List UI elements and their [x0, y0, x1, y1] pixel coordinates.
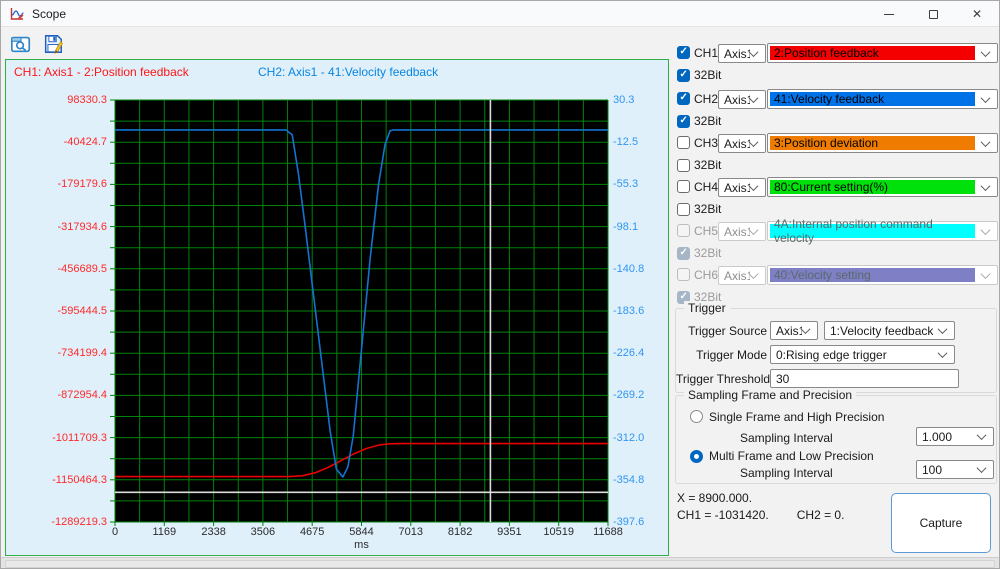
multi-interval-select[interactable]: 100	[916, 460, 994, 479]
readout-x: X = 8900.000.	[677, 491, 844, 505]
x-axis-labels: 0116923383506467558447013818293511051911…	[115, 526, 608, 540]
single-frame-radio[interactable]	[690, 410, 703, 423]
trigger-mode-label: Trigger Mode	[686, 348, 767, 362]
save-icon	[42, 33, 64, 55]
ch4-32bit-checkbox[interactable]	[677, 203, 690, 216]
chart-header-ch1: CH1: Axis1 - 2:Position feedback	[14, 65, 189, 79]
ch5-axis-select[interactable]: Axis1	[718, 222, 766, 241]
trigger-group: Trigger Trigger Source Axis1 1:Velocity …	[675, 308, 997, 393]
chevron-down-icon	[749, 93, 759, 103]
ch6-label: CH6	[694, 268, 718, 282]
chevron-down-icon	[981, 181, 991, 191]
ch5-32bit-label: 32Bit	[694, 246, 721, 260]
cursor-readout: X = 8900.000. CH1 = -1031420. CH2 = 0.	[677, 491, 844, 525]
preview-zoom-button[interactable]	[8, 31, 34, 57]
chevron-down-icon	[977, 463, 987, 473]
ch1-axis-select[interactable]: Axis1	[718, 44, 766, 63]
ch1-label: CH1	[694, 46, 718, 60]
multi-frame-label: Multi Frame and Low Precision	[709, 449, 874, 463]
plot-area[interactable]	[115, 100, 608, 522]
x-axis-unit: ms	[115, 539, 608, 551]
ch6-signal-select[interactable]: 40:Velocity setting	[767, 265, 998, 285]
chevron-down-icon	[801, 324, 811, 334]
ch3-32bit-label: 32Bit	[694, 158, 721, 172]
ch3-32bit-checkbox[interactable]	[677, 159, 690, 172]
ch2-32bit-checkbox[interactable]	[677, 115, 690, 128]
chevron-down-icon	[938, 324, 948, 334]
ch2-32bit-label: 32Bit	[694, 114, 721, 128]
ch4-label: CH4	[694, 180, 718, 194]
chevron-down-icon	[981, 137, 991, 147]
plot-background	[115, 100, 608, 522]
chart-header-ch2: CH2: Axis1 - 41:Velocity feedback	[258, 65, 438, 79]
ch5-label: CH5	[694, 224, 718, 238]
single-interval-label: Sampling Interval	[740, 431, 833, 445]
chevron-down-icon	[749, 137, 759, 147]
save-button[interactable]	[40, 31, 66, 57]
ch3-axis-select[interactable]: Axis1	[718, 134, 766, 153]
left-axis-labels: 98330.3-40424.7-179179.6-317934.6-456689…	[6, 100, 107, 522]
right-axis-labels: 30.3-12.5-55.3-98.1-140.8-183.6-226.4-26…	[613, 100, 669, 522]
chevron-down-icon	[749, 47, 759, 57]
ch6-axis-select[interactable]: Axis1	[718, 266, 766, 285]
chevron-down-icon	[981, 225, 991, 235]
single-interval-select[interactable]: 1.000	[916, 427, 994, 446]
control-panel: CH1 Axis1 2:Position feedback 32Bit CH2 …	[673, 1, 1000, 557]
single-frame-label: Single Frame and High Precision	[709, 410, 884, 424]
chevron-down-icon	[749, 181, 759, 191]
ch5-32bit-checkbox[interactable]	[677, 247, 690, 260]
chevron-down-icon	[981, 93, 991, 103]
ch2-checkbox[interactable]	[677, 92, 690, 105]
ch4-checkbox[interactable]	[677, 180, 690, 193]
trigger-threshold-label: Trigger Threshold	[676, 372, 767, 386]
ch5-checkbox[interactable]	[677, 224, 690, 237]
scope-window: Scope ✕	[0, 0, 1000, 569]
chevron-down-icon	[749, 269, 759, 279]
chevron-down-icon	[981, 47, 991, 57]
trigger-source-axis-select[interactable]: Axis1	[770, 321, 818, 340]
ch1-signal-select[interactable]: 2:Position feedback	[767, 43, 998, 63]
status-bar-grip	[5, 560, 995, 568]
ch1-checkbox[interactable]	[677, 46, 690, 59]
multi-interval-label: Sampling Interval	[740, 466, 833, 480]
ch3-label: CH3	[694, 136, 718, 150]
ch4-axis-select[interactable]: Axis1	[718, 178, 766, 197]
ch6-checkbox[interactable]	[677, 268, 690, 281]
ch3-checkbox[interactable]	[677, 136, 690, 149]
multi-frame-radio[interactable]	[690, 450, 703, 463]
trigger-source-label: Trigger Source	[686, 324, 767, 338]
sampling-group: Sampling Frame and Precision Single Fram…	[675, 395, 997, 484]
ch1-32bit-label: 32Bit	[694, 68, 721, 82]
capture-button[interactable]: Capture	[891, 493, 991, 553]
sampling-group-title: Sampling Frame and Precision	[684, 388, 856, 402]
trigger-source-signal-select[interactable]: 1:Velocity feedback	[824, 321, 955, 340]
readout-ch1: CH1 = -1031420.	[677, 508, 769, 522]
ch4-signal-select[interactable]: 80:Current setting(%)	[767, 177, 998, 197]
ch4-32bit-label: 32Bit	[694, 202, 721, 216]
app-scope-icon	[9, 6, 25, 22]
chevron-down-icon	[749, 225, 759, 235]
preview-zoom-icon	[10, 33, 32, 55]
ch2-signal-select[interactable]: 41:Velocity feedback	[767, 89, 998, 109]
chevron-down-icon	[981, 269, 991, 279]
ch5-signal-select[interactable]: 4A:Internal position command velocity	[767, 221, 998, 241]
ch2-label: CH2	[694, 92, 718, 106]
trigger-group-title: Trigger	[684, 301, 730, 315]
chart-panel: CH1: Axis1 - 2:Position feedback CH2: Ax…	[5, 59, 669, 556]
trigger-mode-select[interactable]: 0:Rising edge trigger	[770, 345, 955, 364]
chevron-down-icon	[938, 348, 948, 358]
trigger-threshold-input[interactable]	[770, 369, 959, 388]
window-title: Scope	[32, 7, 66, 21]
ch3-signal-select[interactable]: 3:Position deviation	[767, 133, 998, 153]
ch1-32bit-checkbox[interactable]	[677, 69, 690, 82]
readout-ch2: CH2 = 0.	[797, 508, 845, 522]
ch2-axis-select[interactable]: Axis1	[718, 90, 766, 109]
chevron-down-icon	[977, 430, 987, 440]
status-bar	[1, 557, 999, 569]
